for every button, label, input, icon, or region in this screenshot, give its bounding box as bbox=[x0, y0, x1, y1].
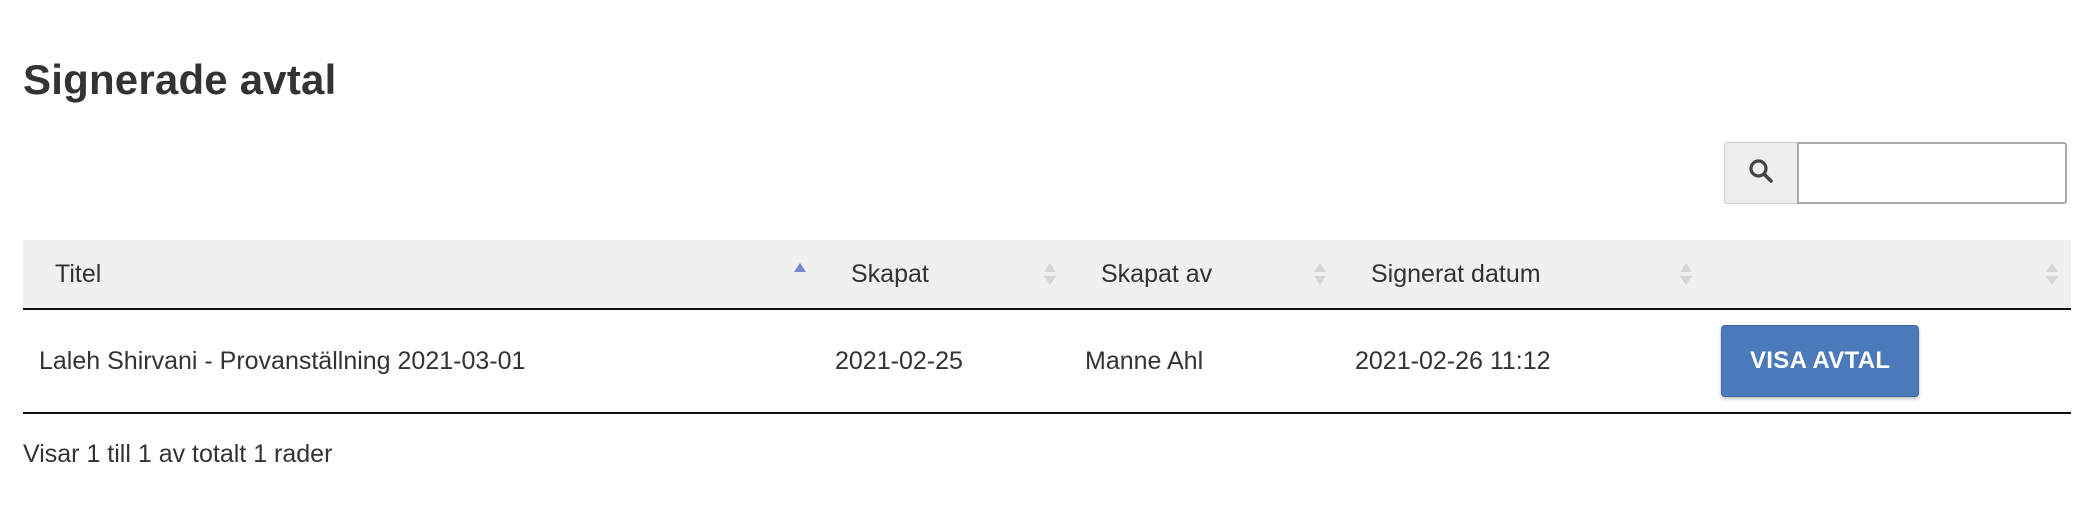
page-title: Signerade avtal bbox=[23, 56, 337, 103]
agreements-table: Titel Skapat Skapat av Signerat datum La… bbox=[23, 240, 2071, 414]
table-header-row: Titel Skapat Skapat av Signerat datum bbox=[23, 240, 2071, 310]
cell-signerat-datum: 2021-02-26 11:12 bbox=[1339, 309, 1705, 414]
column-label: Signerat datum bbox=[1371, 259, 1541, 288]
search-button[interactable] bbox=[1724, 142, 1797, 204]
column-header-skapat-av[interactable]: Skapat av bbox=[1069, 240, 1339, 310]
column-header-signerat-datum[interactable]: Signerat datum bbox=[1339, 240, 1705, 310]
sort-both-icon bbox=[2045, 260, 2059, 288]
view-agreement-button[interactable]: VISA AVTAL bbox=[1721, 325, 1920, 397]
sort-both-icon bbox=[1679, 260, 1693, 288]
sort-both-icon bbox=[1313, 260, 1327, 288]
column-header-actions[interactable] bbox=[1705, 240, 2071, 310]
cell-skapat-av: Manne Ahl bbox=[1069, 309, 1339, 414]
sort-ascending-icon bbox=[793, 260, 807, 288]
cell-titel: Laleh Shirvani - Provanställning 2021-03… bbox=[23, 309, 819, 414]
search-bar bbox=[1724, 142, 2067, 204]
column-header-titel[interactable]: Titel bbox=[23, 240, 819, 310]
cell-skapat: 2021-02-25 bbox=[819, 309, 1069, 414]
pagination-info: Visar 1 till 1 av totalt 1 rader bbox=[23, 440, 333, 468]
table-row: Laleh Shirvani - Provanställning 2021-03… bbox=[23, 309, 2071, 414]
column-header-skapat[interactable]: Skapat bbox=[819, 240, 1069, 310]
search-input[interactable] bbox=[1797, 142, 2067, 204]
sort-both-icon bbox=[1043, 260, 1057, 288]
column-label: Skapat bbox=[851, 259, 929, 288]
cell-actions: VISA AVTAL bbox=[1705, 309, 2071, 414]
column-label: Titel bbox=[55, 259, 102, 288]
search-icon bbox=[1748, 158, 1774, 189]
column-label: Skapat av bbox=[1101, 259, 1213, 288]
